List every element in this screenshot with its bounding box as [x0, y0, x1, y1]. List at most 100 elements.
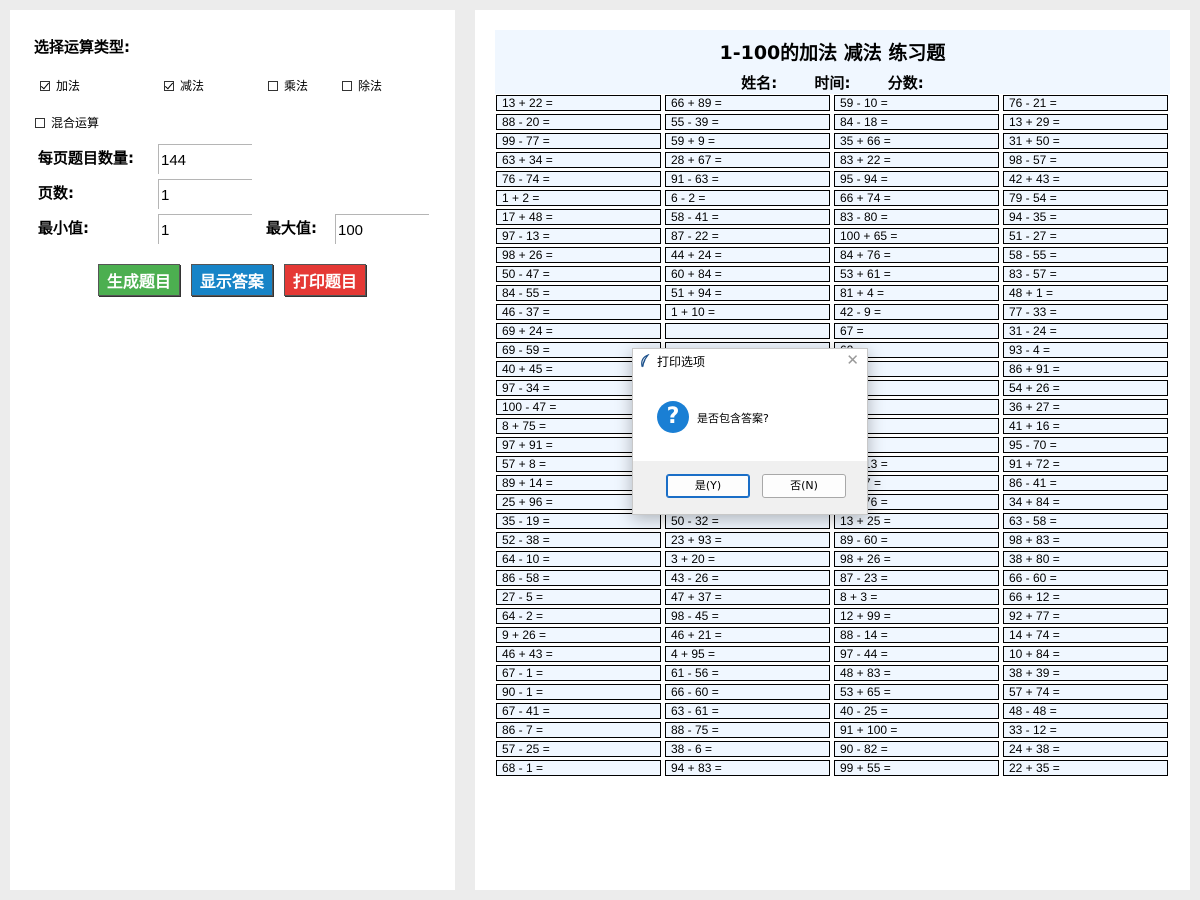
problem-cell: 59 + 9 =: [665, 133, 830, 149]
min-value-label: 最小值:: [38, 219, 89, 237]
problem-cell: 83 - 57 =: [1003, 266, 1168, 282]
checkbox-box[interactable]: [40, 80, 50, 91]
problem-cell: 27 - 5 =: [496, 589, 661, 605]
problem-cell: 99 - 77 =: [496, 133, 661, 149]
problem-cell: 83 + 22 =: [834, 152, 999, 168]
feather-icon: [641, 354, 650, 368]
problem-cell: 31 + 50 =: [1003, 133, 1168, 149]
problem-cell: 97 - 13 =: [496, 228, 661, 244]
problem-cell: 92 + 77 =: [1003, 608, 1168, 624]
problem-cell: 76 - 74 =: [496, 171, 661, 187]
problem-cell: 88 - 14 =: [834, 627, 999, 643]
problem-cell: 46 + 43 =: [496, 646, 661, 662]
dialog-footer: 是(Y) 否(N): [633, 461, 867, 514]
max-value-input[interactable]: [335, 214, 429, 244]
problem-cell: 67 - 1 =: [496, 665, 661, 681]
problem-cell: 86 - 58 =: [496, 570, 661, 586]
problem-cell: 77 - 33 =: [1003, 304, 1168, 320]
problem-cell: [665, 323, 830, 339]
problem-cell: 55 - 39 =: [665, 114, 830, 130]
problem-cell: 41 + 16 =: [1003, 418, 1168, 434]
problem-cell: 66 + 89 =: [665, 95, 830, 111]
problem-cell: 58 - 41 =: [665, 209, 830, 225]
problem-cell: 10 + 84 =: [1003, 646, 1168, 662]
problem-cell: 33 - 12 =: [1003, 722, 1168, 738]
checkbox-mixed[interactable]: 混合运算: [35, 114, 99, 131]
problem-cell: 61 - 56 =: [665, 665, 830, 681]
generate-button[interactable]: 生成题目: [98, 264, 180, 296]
problem-cell: 31 - 24 =: [1003, 323, 1168, 339]
print-button[interactable]: 打印题目: [284, 264, 366, 296]
problem-cell: 23 + 93 =: [665, 532, 830, 548]
problem-cell: 66 - 60 =: [665, 684, 830, 700]
problem-cell: 1 + 2 =: [496, 190, 661, 206]
problem-cell: 13 + 29 =: [1003, 114, 1168, 130]
problem-cell: 36 + 27 =: [1003, 399, 1168, 415]
checkbox-addition[interactable]: 加法: [40, 77, 80, 94]
checkbox-box[interactable]: [35, 117, 45, 128]
problem-cell: 1 + 10 =: [665, 304, 830, 320]
problem-cell: 100 + 65 =: [834, 228, 999, 244]
checkbox-box[interactable]: [342, 80, 352, 91]
checkbox-division[interactable]: 除法: [342, 77, 382, 94]
problem-cell: 67 =: [834, 323, 999, 339]
problem-cell: 24 + 38 =: [1003, 741, 1168, 757]
min-value-input[interactable]: [158, 214, 252, 244]
problem-cell: 13 + 25 =: [834, 513, 999, 529]
problem-cell: 88 - 20 =: [496, 114, 661, 130]
problem-cell: 50 - 47 =: [496, 266, 661, 282]
problem-cell: 44 + 24 =: [665, 247, 830, 263]
problem-cell: 98 - 57 =: [1003, 152, 1168, 168]
problem-cell: 34 + 84 =: [1003, 494, 1168, 510]
problem-cell: 9 + 26 =: [496, 627, 661, 643]
problem-cell: 42 + 43 =: [1003, 171, 1168, 187]
problem-cell: 83 - 80 =: [834, 209, 999, 225]
yes-button[interactable]: 是(Y): [666, 474, 750, 498]
problem-cell: 76 - 21 =: [1003, 95, 1168, 111]
problem-cell: 84 - 55 =: [496, 285, 661, 301]
pages-input[interactable]: [158, 179, 252, 209]
dialog-message: 是否包含答案?: [697, 412, 769, 425]
problem-cell: 63 - 61 =: [665, 703, 830, 719]
problem-cell: 86 - 7 =: [496, 722, 661, 738]
problem-cell: 43 - 26 =: [665, 570, 830, 586]
problem-cell: 93 - 4 =: [1003, 342, 1168, 358]
problem-cell: 95 - 70 =: [1003, 437, 1168, 453]
problem-cell: 86 + 91 =: [1003, 361, 1168, 377]
checkbox-box[interactable]: [268, 80, 278, 91]
problem-cell: 63 + 34 =: [496, 152, 661, 168]
problem-cell: 4 + 95 =: [665, 646, 830, 662]
problem-cell: 51 + 94 =: [665, 285, 830, 301]
problem-cell: 22 + 35 =: [1003, 760, 1168, 776]
problem-cell: 48 + 83 =: [834, 665, 999, 681]
problem-cell: 66 + 74 =: [834, 190, 999, 206]
worksheet-header: 1-100的加法 减法 练习题 姓名: 时间: 分数:: [495, 30, 1170, 94]
problem-cell: 42 - 9 =: [834, 304, 999, 320]
checkbox-multiplication[interactable]: 乘法: [268, 77, 308, 94]
checkbox-label: 除法: [358, 79, 383, 93]
problem-cell: 53 + 65 =: [834, 684, 999, 700]
checkbox-subtraction[interactable]: 减法: [164, 77, 204, 94]
checkbox-label: 加法: [56, 79, 81, 93]
no-button[interactable]: 否(N): [762, 474, 846, 498]
problem-cell: 91 + 72 =: [1003, 456, 1168, 472]
worksheet-fields: 姓名: 时间: 分数:: [495, 72, 1170, 93]
problem-cell: 8 + 3 =: [834, 589, 999, 605]
problem-cell: 94 + 83 =: [665, 760, 830, 776]
problem-cell: 12 + 99 =: [834, 608, 999, 624]
checkbox-box[interactable]: [164, 80, 174, 91]
problem-cell: 54 + 26 =: [1003, 380, 1168, 396]
problem-cell: 47 + 37 =: [665, 589, 830, 605]
problem-cell: 87 - 22 =: [665, 228, 830, 244]
per-page-input[interactable]: [158, 144, 252, 174]
problem-cell: 91 - 63 =: [665, 171, 830, 187]
problem-cell: 66 + 12 =: [1003, 589, 1168, 605]
problem-cell: 60 + 84 =: [665, 266, 830, 282]
pages-label: 页数:: [38, 184, 74, 202]
close-icon[interactable]: ✕: [846, 351, 859, 369]
problem-cell: 89 - 60 =: [834, 532, 999, 548]
problem-cell: 68 - 1 =: [496, 760, 661, 776]
show-answer-button[interactable]: 显示答案: [191, 264, 273, 296]
problem-cell: 86 - 41 =: [1003, 475, 1168, 491]
problem-cell: 51 - 27 =: [1003, 228, 1168, 244]
